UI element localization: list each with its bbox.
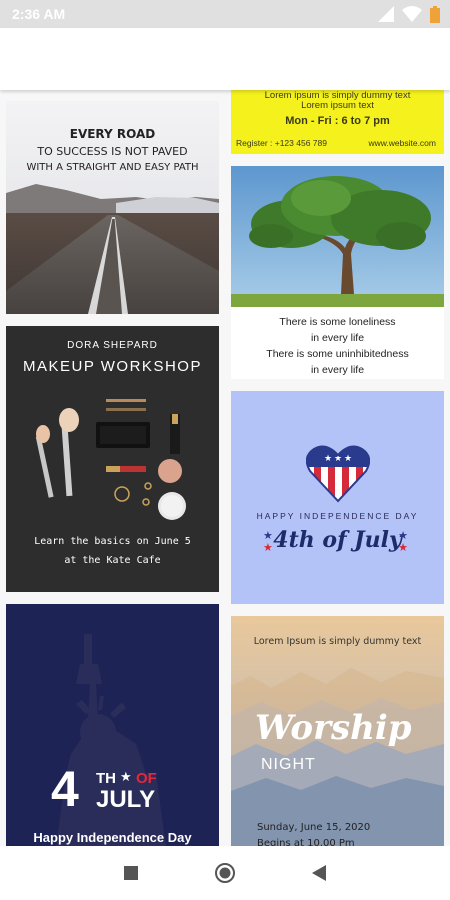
template-card-independence[interactable]: ★ ★ ★ HAPPY INDEPENDENCE DAY ★ ★ 4th of … [231, 391, 444, 604]
status-bar: 2:36 AM [0, 0, 450, 28]
status-time: 2:36 AM [12, 6, 66, 22]
template-card-yellow[interactable]: Lorem ipsum is simply dummy text Lorem i… [231, 90, 444, 154]
july-of: OF [136, 770, 157, 787]
wifi-icon [402, 6, 422, 22]
yellow-register: Register : +123 456 789 [236, 138, 327, 148]
home-button[interactable] [178, 846, 272, 900]
system-nav-bar [0, 846, 450, 900]
makeup-name: DORA SHEPARD [67, 340, 158, 351]
flag-heart-icon: ★ ★ ★ [306, 445, 370, 503]
svg-text:★: ★ [324, 454, 332, 464]
independence-caption: HAPPY INDEPENDENCE DAY [256, 511, 419, 521]
quote-line-1: There is some loneliness [279, 316, 396, 328]
worship-subtitle: NIGHT [261, 756, 316, 773]
worship-title: Worship [255, 708, 412, 748]
quote-line-4: in every life [310, 364, 365, 376]
template-card-worship[interactable]: Lorem Ipsum is simply dummy text Worship… [231, 616, 444, 846]
makeup-line-1: Learn the basics on June 5 [34, 536, 191, 547]
battery-icon [430, 5, 440, 23]
july-month: JULY [96, 786, 156, 813]
road-line-2: TO SUCCESS IS NOT PAVED [37, 145, 188, 158]
template-card-quote[interactable]: There is some loneliness in every life T… [231, 166, 444, 379]
square-icon [124, 866, 138, 880]
july-th: TH [96, 770, 116, 787]
template-grid[interactable]: EVERY ROAD TO SUCCESS IS NOT PAVED WITH … [0, 90, 450, 846]
worship-time: Begins at 10.00 Pm [257, 838, 355, 846]
circle-icon [215, 863, 235, 883]
yellow-website: www.website.com [368, 138, 436, 148]
back-triangle-icon [312, 865, 326, 881]
independence-title: 4th of July [273, 527, 402, 553]
tree-image [231, 166, 444, 307]
july-star-icon: ★ [120, 770, 132, 785]
template-card-makeup[interactable]: DORA SHEPARD MAKEUP WORKSHOP Learn the b… [6, 326, 219, 592]
road-title: EVERY ROAD [69, 127, 156, 141]
worship-date: Sunday, June 15, 2020 [257, 822, 371, 833]
template-card-road[interactable]: EVERY ROAD TO SUCCESS IS NOT PAVED WITH … [6, 101, 219, 314]
july-number: 4 [51, 761, 79, 817]
quote-line-3: There is some uninhibitedness [266, 348, 409, 360]
template-card-july[interactable]: 4 TH ★ OF JULY Happy Independence Day [6, 604, 219, 846]
yellow-hours: Mon - Fri : 6 to 7 pm [285, 115, 390, 127]
app-bar [0, 28, 450, 90]
status-icons [378, 5, 440, 23]
svg-text:★: ★ [344, 454, 352, 464]
worship-top: Lorem Ipsum is simply dummy text [253, 636, 422, 647]
star-right-red-icon: ★ [398, 541, 408, 554]
quote-line-2: in every life [310, 332, 365, 344]
makeup-line-2: at the Kate Cafe [64, 555, 161, 566]
road-line-3: WITH A STRAIGHT AND EASY PATH [26, 162, 199, 173]
makeup-title: MAKEUP WORKSHOP [23, 358, 202, 375]
recents-button[interactable] [84, 846, 178, 900]
back-button[interactable] [272, 846, 366, 900]
signal-icon [378, 6, 394, 22]
yellow-line-2: Lorem ipsum text [301, 100, 374, 111]
july-footer: Happy Independence Day [33, 830, 192, 845]
